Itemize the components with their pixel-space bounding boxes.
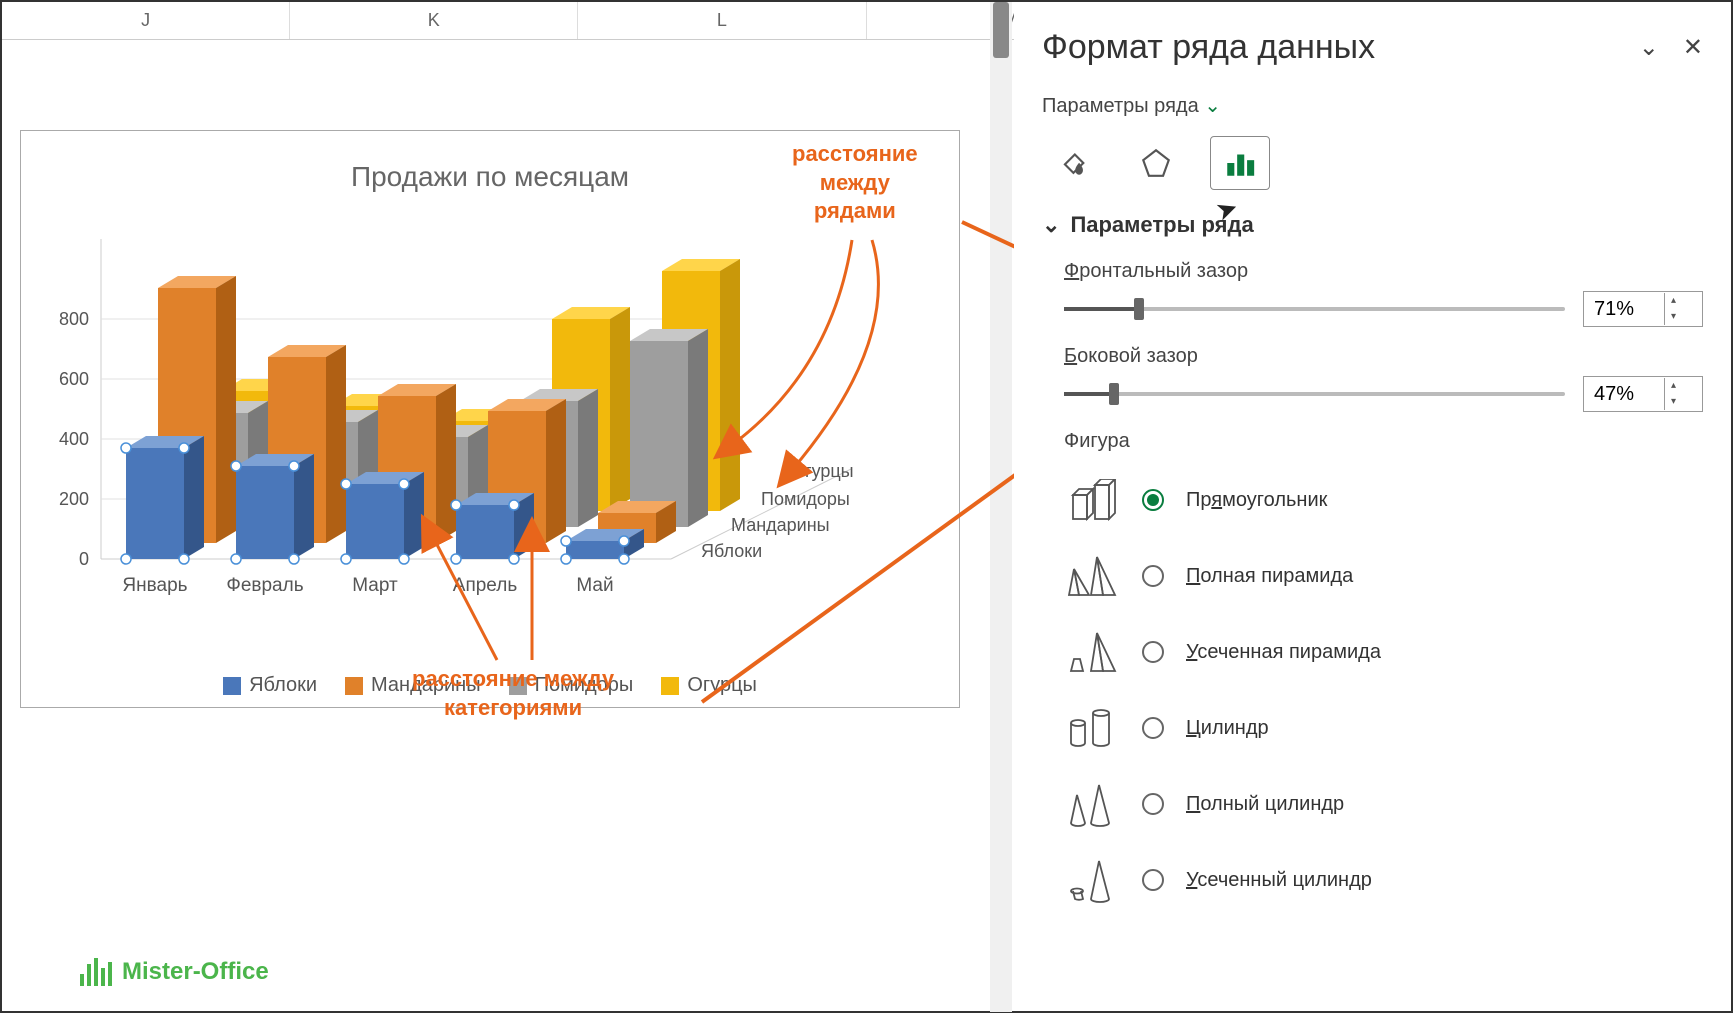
svg-text:400: 400 <box>59 429 89 449</box>
col-J[interactable]: J <box>2 2 290 39</box>
shape-option-partial-cone[interactable]: Усеченный цилиндр <box>1064 857 1703 903</box>
svg-text:Яблоки: Яблоки <box>701 541 762 561</box>
front-gap-input[interactable] <box>1584 298 1664 321</box>
spinner-down-icon[interactable]: ▾ <box>1665 394 1682 410</box>
shape-option-cylinder[interactable]: Цилиндр <box>1064 705 1703 751</box>
svg-text:0: 0 <box>79 549 89 569</box>
front-gap-label: Фронтальный зазор <box>1064 260 1703 283</box>
watermark-logo: Mister-Office <box>80 958 269 986</box>
close-icon[interactable]: ✕ <box>1683 33 1703 62</box>
chevron-down-icon: ⌄ <box>1204 95 1221 117</box>
format-tabs: ➤ <box>1042 136 1703 190</box>
legend-item[interactable]: Огурцы <box>661 674 757 697</box>
spinner-down-icon[interactable]: ▾ <box>1665 309 1682 325</box>
radio-icon[interactable] <box>1142 717 1164 739</box>
col-K[interactable]: K <box>290 2 578 39</box>
annotation-rows: расстояниемеждурядами <box>792 140 918 226</box>
cone-shape-icon <box>1064 781 1120 827</box>
pyramid-shape-icon <box>1064 553 1120 599</box>
svg-text:Апрель: Апрель <box>453 575 518 596</box>
svg-text:Март: Март <box>352 575 398 596</box>
shape-option-full-cone[interactable]: Полный цилиндр <box>1064 781 1703 827</box>
radio-icon[interactable] <box>1142 793 1164 815</box>
vertical-scrollbar[interactable] <box>990 2 1012 1012</box>
svg-text:Февраль: Февраль <box>226 575 303 596</box>
side-gap-label: Боковой зазор <box>1064 345 1703 368</box>
box-shape-icon <box>1064 477 1120 523</box>
svg-text:Огурцы: Огурцы <box>791 461 854 481</box>
svg-text:Май: Май <box>576 575 613 596</box>
svg-text:200: 200 <box>59 489 89 509</box>
partial-pyramid-shape-icon <box>1064 629 1120 675</box>
spinner-up-icon[interactable]: ▴ <box>1665 378 1682 394</box>
series-options-dropdown[interactable]: Параметры ряда ⌄ <box>1042 93 1703 118</box>
shape-option-partial-pyramid[interactable]: Усеченная пирамида <box>1064 629 1703 675</box>
svg-text:Помидоры: Помидоры <box>761 489 850 509</box>
effects-tab-icon[interactable] <box>1126 136 1186 190</box>
svg-text:600: 600 <box>59 369 89 389</box>
chevron-down-icon: ⌄ <box>1042 212 1060 238</box>
svg-text:Мандарины: Мандарины <box>731 515 830 535</box>
front-gap-spinner[interactable]: ▴▾ <box>1583 291 1703 327</box>
partial-cone-shape-icon <box>1064 857 1120 903</box>
chevron-down-icon[interactable]: ⌄ <box>1639 33 1659 62</box>
radio-icon[interactable] <box>1142 641 1164 663</box>
series-options-section[interactable]: ⌄ Параметры ряда <box>1042 212 1703 238</box>
side-gap-spinner[interactable]: ▴▾ <box>1583 376 1703 412</box>
svg-text:Январь: Январь <box>122 575 187 596</box>
cylinder-shape-icon <box>1064 705 1120 751</box>
svg-text:800: 800 <box>59 309 89 329</box>
shape-option-box[interactable]: Прямоугольник <box>1064 477 1703 523</box>
shape-option-full-pyramid[interactable]: Полная пирамида <box>1064 553 1703 599</box>
format-data-series-panel: Формат ряда данных ⌄ ✕ Параметры ряда ⌄ … <box>1014 2 1731 1011</box>
front-gap-slider[interactable] <box>1064 307 1565 311</box>
annotation-categories: расстояние междукатегориями <box>412 665 614 722</box>
series-tab-icon[interactable] <box>1210 136 1270 190</box>
spinner-up-icon[interactable]: ▴ <box>1665 293 1682 309</box>
fill-tab-icon[interactable] <box>1042 136 1102 190</box>
side-gap-slider[interactable] <box>1064 392 1565 396</box>
radio-icon[interactable] <box>1142 565 1164 587</box>
panel-title: Формат ряда данных <box>1042 28 1375 67</box>
chart-plot-area[interactable]: 0 200 400 600 800 <box>31 209 951 629</box>
side-gap-input[interactable] <box>1584 383 1664 406</box>
scroll-thumb[interactable] <box>993 2 1009 58</box>
shape-section-label: Фигура <box>1064 430 1703 453</box>
legend-item[interactable]: Яблоки <box>223 674 317 697</box>
radio-icon[interactable] <box>1142 489 1164 511</box>
worksheet-area[interactable]: Продажи по месяцам 0 200 400 600 800 <box>2 40 990 1010</box>
col-L[interactable]: L <box>578 2 866 39</box>
radio-icon[interactable] <box>1142 869 1164 891</box>
